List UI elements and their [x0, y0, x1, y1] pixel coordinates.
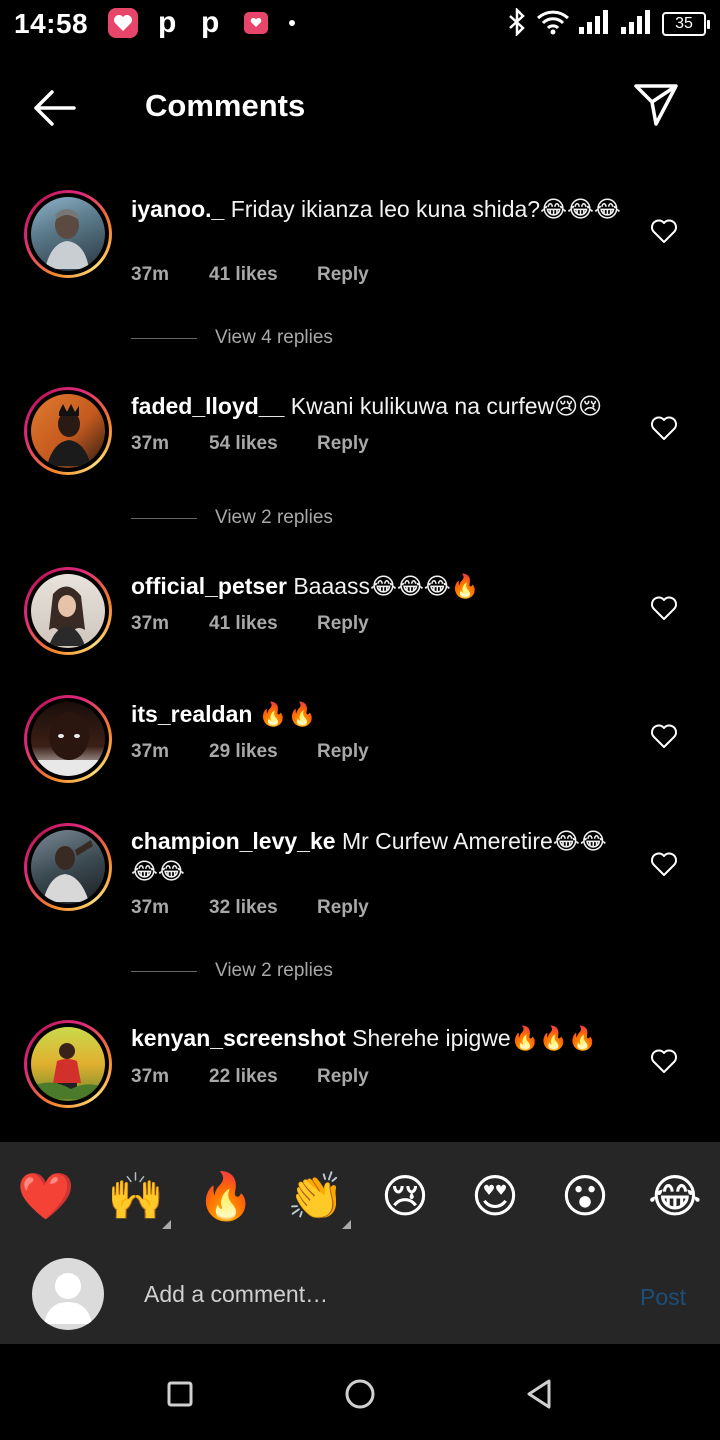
default-avatar-icon [44, 1273, 92, 1324]
p-app-notification-icon: p [158, 6, 177, 39]
reply-button[interactable]: Reply [317, 433, 369, 455]
divider [131, 337, 197, 339]
message-notification-icon [244, 12, 268, 34]
header: Comments [0, 64, 720, 150]
wifi-icon [536, 9, 570, 40]
battery-icon: 35 [662, 12, 710, 36]
reply-button[interactable]: Reply [317, 1066, 369, 1088]
back-button[interactable] [28, 84, 84, 132]
heart-icon [651, 1049, 677, 1073]
comment-likes[interactable]: 54 likes [209, 433, 317, 455]
heart-icon [651, 219, 677, 243]
comment-likes[interactable]: 22 likes [209, 1066, 317, 1088]
comment-body: Sherehe ipigwe🔥🔥🔥 [345, 1025, 597, 1051]
comment-likes[interactable]: 29 likes [209, 741, 317, 763]
system-back-button[interactable] [520, 1374, 560, 1414]
system-navigation-bar [0, 1344, 720, 1440]
like-button[interactable] [650, 415, 678, 441]
comment-username[interactable]: its_realdan [131, 701, 252, 727]
view-replies-button[interactable]: View 2 replies [131, 960, 333, 982]
like-button[interactable] [650, 851, 678, 877]
comment-likes[interactable]: 41 likes [209, 613, 317, 635]
comment-likes[interactable]: 41 likes [209, 264, 317, 286]
comment-time: 37m [131, 433, 170, 454]
comment-time: 37m [131, 741, 170, 762]
signal-icon [578, 9, 612, 40]
comment-composer: Post [0, 1246, 720, 1344]
comment-input[interactable] [144, 1274, 604, 1314]
reply-button[interactable]: Reply [317, 264, 369, 286]
heart-icon [651, 852, 677, 876]
status-icons: 35 [506, 6, 710, 41]
like-button[interactable] [650, 723, 678, 749]
raised-hands-emoji-button[interactable]: 🙌 [107, 1168, 164, 1224]
comment-time: 37m [131, 613, 170, 634]
skin-tone-indicator-icon [162, 1220, 171, 1229]
heart-icon [651, 724, 677, 748]
view-replies-button[interactable]: View 2 replies [131, 507, 333, 529]
paper-plane-icon [634, 84, 678, 126]
view-replies-label: View 2 replies [215, 960, 333, 981]
comment-username[interactable]: faded_lloyd__ [131, 393, 284, 419]
avatar[interactable] [24, 567, 112, 655]
p-app-notification-icon: p [201, 6, 220, 39]
comment-body: 🔥🔥 [252, 701, 317, 727]
like-button[interactable] [650, 595, 678, 621]
signal-icon [620, 9, 654, 40]
comment-username[interactable]: official_petser [131, 573, 287, 599]
divider [131, 517, 197, 519]
emoji-reaction-bar: ❤️ 🙌 🔥 👏 😢 😍 😮 😂 [0, 1142, 720, 1246]
current-user-avatar [32, 1258, 104, 1330]
circle-icon [345, 1379, 375, 1409]
comment-username[interactable]: iyanoo._ [131, 196, 224, 222]
skin-tone-indicator-icon [342, 1220, 351, 1229]
view-replies-label: View 4 replies [215, 327, 333, 348]
more-notifications-dot [289, 20, 295, 26]
reply-button[interactable]: Reply [317, 613, 369, 635]
surprised-face-emoji-button[interactable]: 😮 [557, 1168, 613, 1224]
view-replies-label: View 2 replies [215, 507, 333, 528]
share-button[interactable] [630, 80, 682, 130]
status-time: 14:58 [14, 8, 89, 39]
page-title: Comments [145, 88, 306, 123]
home-button[interactable] [340, 1374, 380, 1414]
avatar[interactable] [24, 823, 112, 911]
post-button[interactable]: Post [640, 1284, 686, 1311]
comment-body: Baaass😂😂😂🔥 [286, 573, 480, 599]
comment-likes[interactable]: 32 likes [209, 897, 317, 919]
comment-body: Friday ikianza leo kuna shida?😂😂😂 [224, 196, 621, 222]
square-icon [167, 1381, 193, 1407]
like-button[interactable] [650, 218, 678, 244]
comment-username[interactable]: champion_levy_ke [131, 828, 336, 854]
comment-body: Kwani kulikuwa na curfew😢😢 [284, 393, 603, 419]
view-replies-button[interactable]: View 4 replies [131, 327, 333, 349]
comment-time: 37m [131, 1066, 170, 1087]
comment-time: 37m [131, 897, 170, 918]
back-arrow-icon [34, 90, 76, 126]
heart-emoji-button[interactable]: ❤️ [17, 1168, 74, 1224]
reply-button[interactable]: Reply [317, 741, 369, 763]
comment-username[interactable]: kenyan_screenshot [131, 1025, 346, 1051]
recent-apps-button[interactable] [160, 1374, 200, 1414]
avatar[interactable] [24, 190, 112, 278]
status-bar: 14:58 p p 35 [0, 0, 720, 50]
divider [131, 970, 197, 972]
like-button[interactable] [650, 1048, 678, 1074]
avatar[interactable] [24, 1020, 112, 1108]
avatar[interactable] [24, 387, 112, 475]
bluetooth-icon [506, 6, 528, 41]
clapping-hands-emoji-button[interactable]: 👏 [287, 1168, 344, 1224]
avatar[interactable] [24, 695, 112, 783]
crying-face-emoji-button[interactable]: 😢 [377, 1168, 433, 1224]
fire-emoji-button[interactable]: 🔥 [197, 1168, 254, 1224]
heart-icon [651, 596, 677, 620]
heart-notification-icon [108, 8, 138, 38]
heart-eyes-emoji-button[interactable]: 😍 [467, 1168, 523, 1224]
comment-time: 37m [131, 264, 170, 285]
heart-icon [651, 416, 677, 440]
triangle-back-icon [527, 1379, 551, 1409]
laughing-tears-emoji-button[interactable]: 😂 [647, 1168, 703, 1224]
reply-button[interactable]: Reply [317, 897, 369, 919]
